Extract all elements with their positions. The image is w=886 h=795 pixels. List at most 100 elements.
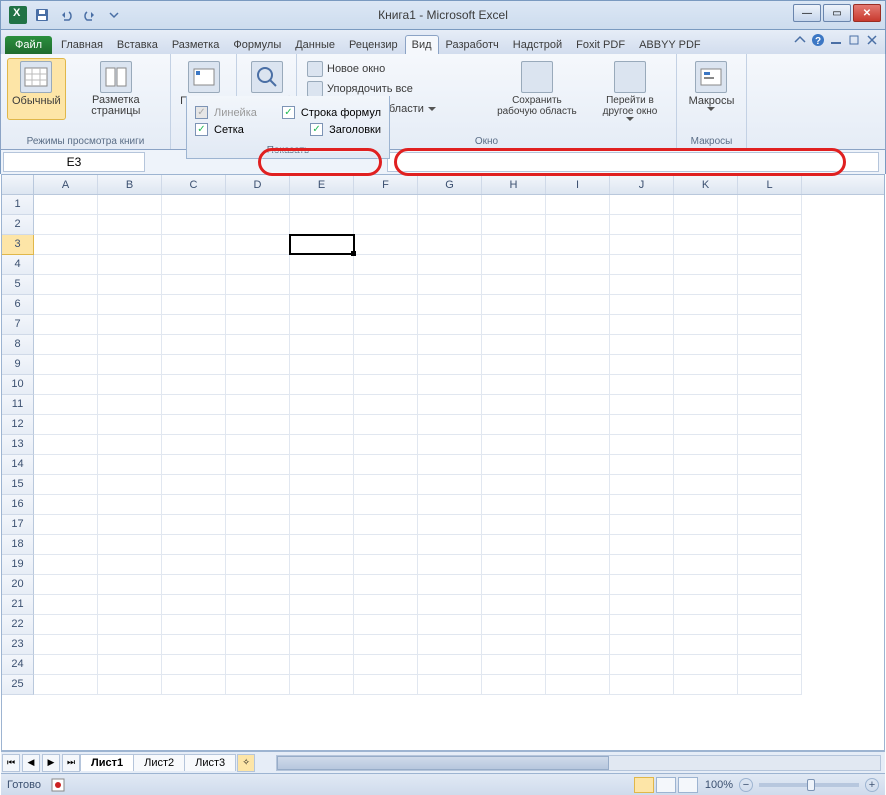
cell[interactable] [162, 495, 226, 515]
cell[interactable] [290, 255, 354, 275]
save-workspace-button[interactable]: Сохранить рабочую область [488, 58, 586, 130]
cell[interactable] [98, 455, 162, 475]
cell[interactable] [482, 255, 546, 275]
cell[interactable] [162, 515, 226, 535]
cell[interactable] [546, 675, 610, 695]
cell[interactable] [354, 255, 418, 275]
tab-data[interactable]: Данные [288, 35, 342, 54]
cell[interactable] [738, 255, 802, 275]
cell[interactable] [290, 575, 354, 595]
row-header-10[interactable]: 10 [2, 375, 34, 395]
tab-layout[interactable]: Разметка [165, 35, 227, 54]
row-header-23[interactable]: 23 [2, 635, 34, 655]
cell[interactable] [674, 395, 738, 415]
cell[interactable] [98, 595, 162, 615]
row-header-22[interactable]: 22 [2, 615, 34, 635]
sync-scroll-icon[interactable] [466, 79, 484, 97]
cell[interactable] [418, 555, 482, 575]
cell[interactable] [546, 395, 610, 415]
cell[interactable] [98, 295, 162, 315]
cell[interactable] [546, 295, 610, 315]
row-header-4[interactable]: 4 [2, 255, 34, 275]
page-break-status-button[interactable] [678, 777, 698, 793]
minimize-ribbon-icon[interactable] [793, 33, 807, 47]
cell[interactable] [162, 375, 226, 395]
cell[interactable] [226, 375, 290, 395]
row-header-5[interactable]: 5 [2, 275, 34, 295]
cell[interactable] [34, 495, 98, 515]
cell[interactable] [418, 535, 482, 555]
cell[interactable] [674, 215, 738, 235]
cell[interactable] [354, 435, 418, 455]
cell[interactable] [162, 395, 226, 415]
cell[interactable] [162, 575, 226, 595]
cell[interactable] [418, 315, 482, 335]
cell[interactable] [162, 675, 226, 695]
row-header-3[interactable]: 3 [2, 235, 34, 255]
cell[interactable] [290, 235, 354, 255]
cell[interactable] [482, 535, 546, 555]
tab-view[interactable]: Вид [405, 35, 439, 54]
cell[interactable] [34, 235, 98, 255]
row-header-6[interactable]: 6 [2, 295, 34, 315]
cell[interactable] [482, 355, 546, 375]
cell[interactable] [354, 215, 418, 235]
cell[interactable] [34, 675, 98, 695]
cell[interactable] [34, 635, 98, 655]
cell[interactable] [738, 595, 802, 615]
cell[interactable] [226, 415, 290, 435]
cell[interactable] [610, 575, 674, 595]
headings-label[interactable]: Заголовки [329, 124, 381, 136]
row-header-9[interactable]: 9 [2, 355, 34, 375]
cell[interactable] [674, 355, 738, 375]
cell[interactable] [546, 655, 610, 675]
cell[interactable] [98, 375, 162, 395]
cell[interactable] [610, 395, 674, 415]
cell[interactable] [162, 415, 226, 435]
cell[interactable] [418, 455, 482, 475]
cell[interactable] [482, 295, 546, 315]
cell[interactable] [98, 215, 162, 235]
horizontal-scrollbar[interactable] [276, 755, 881, 771]
cell[interactable] [226, 435, 290, 455]
cell[interactable] [98, 575, 162, 595]
cell[interactable] [674, 555, 738, 575]
cell[interactable] [162, 215, 226, 235]
row-header-19[interactable]: 19 [2, 555, 34, 575]
cell[interactable] [34, 355, 98, 375]
cell[interactable] [546, 375, 610, 395]
cell[interactable] [738, 635, 802, 655]
cell[interactable] [354, 335, 418, 355]
cell[interactable] [290, 655, 354, 675]
formula-bar-checkbox[interactable]: ✓ [282, 106, 295, 119]
cell[interactable] [674, 455, 738, 475]
cell[interactable] [98, 315, 162, 335]
close-button[interactable]: ✕ [853, 4, 881, 22]
cell[interactable] [738, 395, 802, 415]
cell[interactable] [738, 375, 802, 395]
cell[interactable] [162, 535, 226, 555]
cell[interactable] [354, 675, 418, 695]
cell[interactable] [610, 515, 674, 535]
cell[interactable] [162, 635, 226, 655]
cell[interactable] [738, 575, 802, 595]
cell[interactable] [674, 195, 738, 215]
sheet-tab-3[interactable]: Лист3 [184, 754, 236, 771]
cell[interactable] [98, 615, 162, 635]
cell[interactable] [418, 235, 482, 255]
cell[interactable] [610, 335, 674, 355]
side-by-side-icon[interactable] [466, 60, 484, 78]
row-header-21[interactable]: 21 [2, 595, 34, 615]
cell[interactable] [674, 495, 738, 515]
tab-home[interactable]: Главная [54, 35, 110, 54]
sheet-nav-first[interactable]: ⏮ [2, 754, 20, 772]
cell[interactable] [610, 595, 674, 615]
cell[interactable] [546, 475, 610, 495]
row-header-20[interactable]: 20 [2, 575, 34, 595]
cell[interactable] [290, 495, 354, 515]
cell[interactable] [162, 435, 226, 455]
reset-position-icon[interactable] [466, 98, 484, 116]
formula-bar[interactable] [387, 152, 879, 172]
zoom-percent[interactable]: 100% [705, 779, 733, 791]
cell[interactable] [546, 275, 610, 295]
